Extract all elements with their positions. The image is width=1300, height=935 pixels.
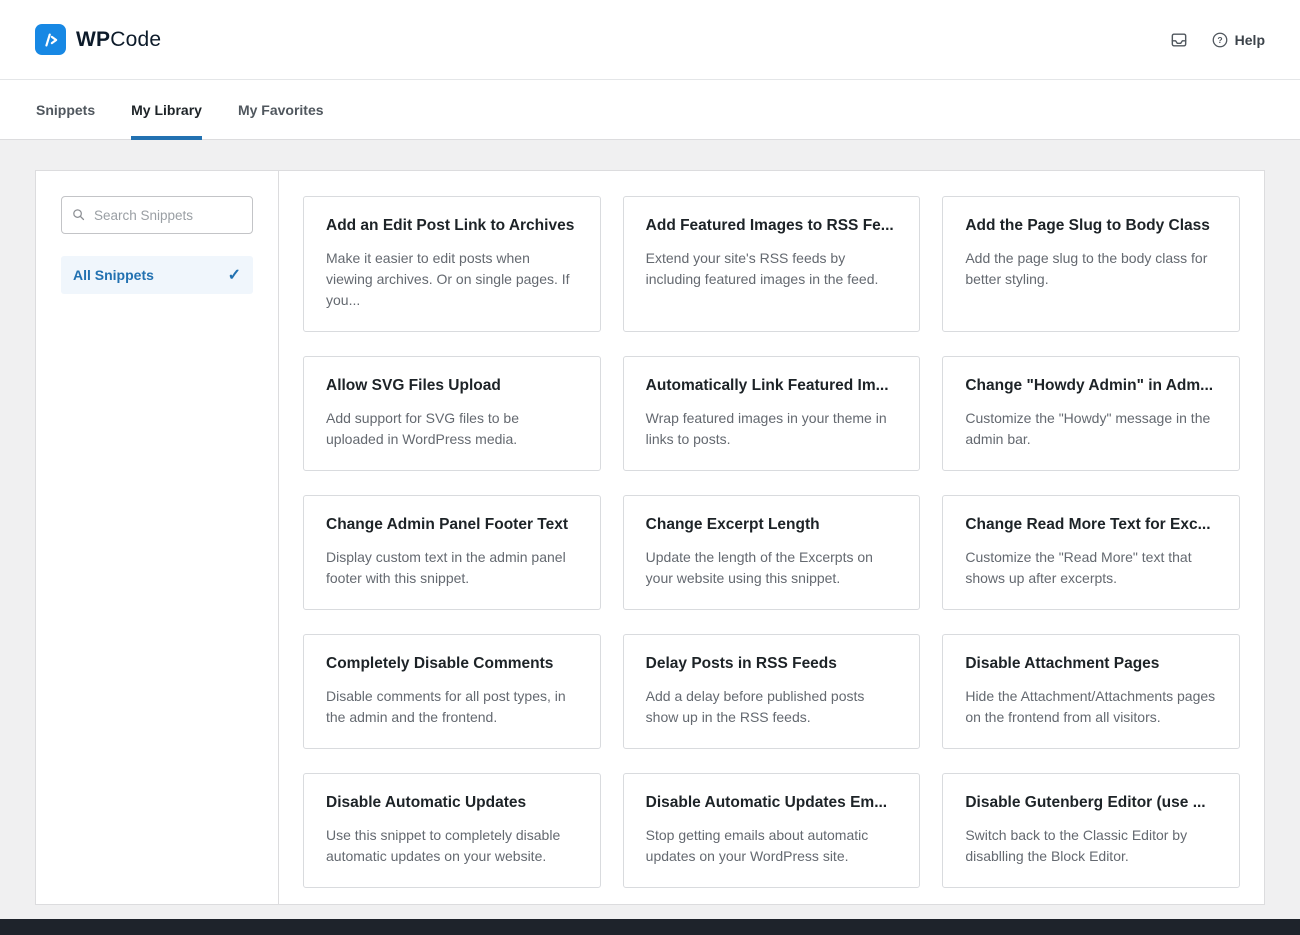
search-input[interactable] bbox=[61, 196, 253, 234]
snippet-card[interactable]: Delay Posts in RSS Feeds Add a delay bef… bbox=[622, 634, 921, 749]
snippet-title: Disable Gutenberg Editor (use ... bbox=[965, 794, 1206, 811]
sidebar-item-all-snippets[interactable]: All Snippets ✓ bbox=[61, 256, 253, 294]
snippet-card[interactable]: Completely Disable Comments Disable comm… bbox=[303, 634, 601, 749]
snippet-description: Wrap featured images in your theme in li… bbox=[645, 410, 887, 447]
snippet-description: Customize the "Read More" text that show… bbox=[965, 549, 1192, 586]
library-panel: All Snippets ✓ Add an Edit Post Link to A… bbox=[35, 170, 1265, 905]
snippet-card[interactable]: Add the Page Slug to Body Class Add the … bbox=[942, 196, 1240, 332]
snippet-card[interactable]: Disable Automatic Updates Use this snipp… bbox=[303, 773, 601, 888]
snippet-title: Delay Posts in RSS Feeds bbox=[645, 655, 837, 672]
snippet-title: Change "Howdy Admin" in Adm... bbox=[965, 377, 1214, 394]
sidebar-list: All Snippets ✓ bbox=[61, 256, 253, 294]
snippet-title: Add the Page Slug to Body Class bbox=[965, 217, 1210, 234]
snippet-description: Display custom text in the admin panel f… bbox=[326, 549, 566, 586]
snippet-description: Hide the Attachment/Attachments pages on… bbox=[965, 688, 1216, 725]
snippet-title: Change Read More Text for Exc... bbox=[965, 516, 1211, 533]
snippet-description: Disable comments for all post types, in … bbox=[326, 688, 566, 725]
snippet-card[interactable]: Disable Gutenberg Editor (use ... Switch… bbox=[942, 773, 1240, 888]
snippet-card[interactable]: Add an Edit Post Link to Archives Make i… bbox=[303, 196, 601, 332]
sidebar-item-label: All Snippets bbox=[73, 267, 154, 283]
brand-text: WPCode bbox=[76, 28, 161, 52]
tab-snippets[interactable]: Snippets bbox=[36, 80, 95, 139]
snippet-card[interactable]: Change "Howdy Admin" in Adm... Customize… bbox=[942, 356, 1240, 471]
wpcode-logo: WPCode bbox=[35, 24, 161, 55]
snippet-description: Add support for SVG files to be uploaded… bbox=[326, 410, 519, 447]
checkmark-icon: ✓ bbox=[227, 267, 241, 284]
snippet-card[interactable]: Change Read More Text for Exc... Customi… bbox=[942, 495, 1240, 610]
snippet-description: Use this snippet to completely disable a… bbox=[326, 827, 561, 864]
snippet-description: Switch back to the Classic Editor by dis… bbox=[965, 827, 1188, 864]
search-wrap bbox=[61, 196, 253, 234]
sidebar: All Snippets ✓ bbox=[36, 171, 279, 904]
snippet-title: Disable Automatic Updates bbox=[326, 794, 527, 811]
snippet-description: Stop getting emails about automatic upda… bbox=[645, 827, 869, 864]
snippet-card[interactable]: Change Admin Panel Footer Text Display c… bbox=[303, 495, 601, 610]
snippet-card[interactable]: Disable Attachment Pages Hide the Attach… bbox=[942, 634, 1240, 749]
snippet-description: Add the page slug to the body class for … bbox=[965, 250, 1208, 287]
snippet-card[interactable]: Add Featured Images to RSS Fe... Extend … bbox=[622, 196, 921, 332]
snippet-title: Disable Automatic Updates Em... bbox=[645, 794, 888, 811]
snippet-description: Extend your site's RSS feeds by includin… bbox=[645, 250, 879, 287]
snippet-card[interactable]: Automatically Link Featured Im... Wrap f… bbox=[622, 356, 921, 471]
tab-bar: Snippets My Library My Favorites bbox=[0, 80, 1300, 140]
snippet-description: Add a delay before published posts show … bbox=[645, 688, 865, 725]
snippet-title: Allow SVG Files Upload bbox=[326, 377, 501, 394]
snippet-title: Disable Attachment Pages bbox=[965, 655, 1160, 672]
code-slash-icon bbox=[44, 33, 57, 47]
snippet-title: Completely Disable Comments bbox=[326, 655, 554, 672]
snippet-card[interactable]: Disable Automatic Updates Em... Stop get… bbox=[622, 773, 921, 888]
snippet-card[interactable]: Change Excerpt Length Update the length … bbox=[622, 495, 921, 610]
bottom-bar bbox=[0, 919, 1300, 935]
question-mark-icon: ? bbox=[1212, 32, 1228, 47]
brand-code: Code bbox=[110, 27, 162, 51]
snippet-title: Change Admin Panel Footer Text bbox=[326, 516, 568, 533]
snippet-grid: Add an Edit Post Link to Archives Make i… bbox=[279, 171, 1264, 904]
snippet-description: Make it easier to edit posts when viewin… bbox=[326, 250, 570, 308]
snippet-description: Customize the "Howdy" message in the adm… bbox=[965, 410, 1211, 447]
svg-text:?: ? bbox=[1217, 35, 1222, 45]
snippet-title: Add Featured Images to RSS Fe... bbox=[645, 217, 894, 234]
search-icon bbox=[73, 209, 85, 221]
inbox-icon[interactable] bbox=[1169, 30, 1189, 50]
main-content: All Snippets ✓ Add an Edit Post Link to A… bbox=[0, 140, 1300, 919]
snippet-card[interactable]: Allow SVG Files Upload Add support for S… bbox=[303, 356, 601, 471]
brand-wp: WP bbox=[76, 27, 111, 51]
snippet-title: Add an Edit Post Link to Archives bbox=[326, 217, 575, 234]
help-button[interactable]: ? Help bbox=[1211, 31, 1265, 49]
wpcode-logo-icon bbox=[35, 24, 66, 55]
tab-my-library[interactable]: My Library bbox=[131, 80, 202, 140]
help-label: Help bbox=[1234, 31, 1265, 48]
header-actions: ? Help bbox=[1169, 30, 1265, 50]
snippet-title: Automatically Link Featured Im... bbox=[645, 377, 889, 394]
snippet-title: Change Excerpt Length bbox=[645, 516, 820, 533]
app-header: WPCode ? Help bbox=[0, 0, 1300, 80]
snippet-description: Update the length of the Excerpts on you… bbox=[645, 549, 873, 586]
tab-my-favorites[interactable]: My Favorites bbox=[238, 80, 324, 139]
